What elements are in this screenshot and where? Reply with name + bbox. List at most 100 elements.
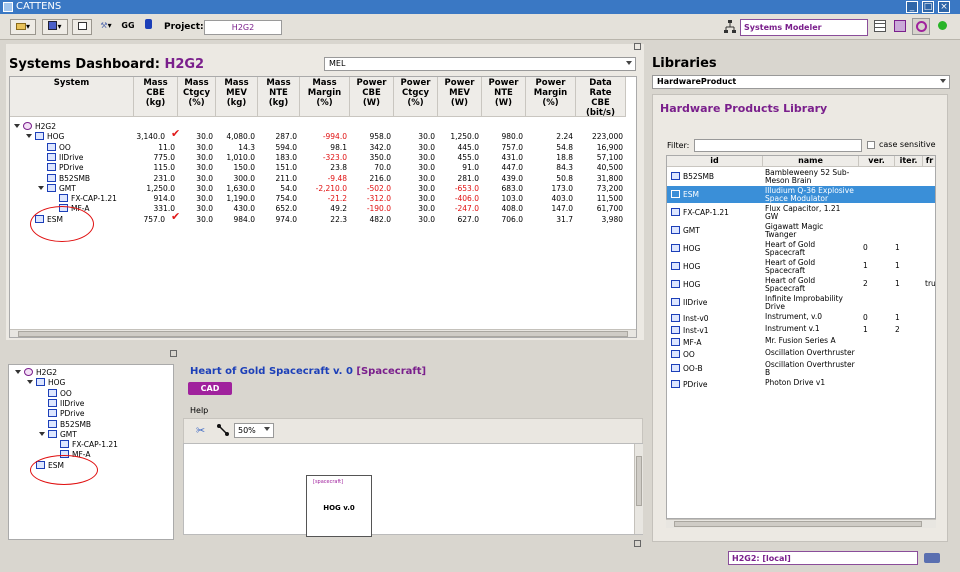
library-horizontal-scrollbar[interactable]: [666, 519, 936, 528]
chevron-down-icon[interactable]: [26, 134, 32, 139]
scissors-icon[interactable]: ✂: [196, 424, 205, 437]
library-column-header[interactable]: ver.: [859, 156, 895, 167]
scrollbar-thumb[interactable]: [636, 456, 642, 506]
tree-node[interactable]: PDrive: [39, 409, 85, 418]
table-row[interactable]: IIDrive 775.0 30.0 1,010.0 183.0 -323.0 350.0 3…: [10, 152, 636, 163]
horizontal-scrollbar[interactable]: [10, 329, 636, 337]
chevron-down-icon[interactable]: [39, 431, 45, 436]
systems-icon-button[interactable]: [912, 18, 930, 35]
column-header[interactable]: Mass MEV (kg): [216, 77, 258, 117]
table-row[interactable]: HOG ✔ 3,140.0 30.0 4,080.0 287.0 -994.0 958.0 30…: [10, 128, 636, 142]
library-row[interactable]: GMT Gigawatt Magic Twanger: [667, 222, 935, 239]
system-tree[interactable]: H2G2 HOG OO IIDrive PDrive B52SMB GMT FX-CAP-1.…: [8, 364, 174, 540]
diagram-block[interactable]: [spacecraft] HOG v.0: [306, 475, 372, 537]
library-cell-id: FX-CAP-1.21: [671, 208, 729, 217]
grid-icon[interactable]: [874, 20, 886, 32]
library-cell-id: IIDrive: [671, 298, 707, 307]
project-selector[interactable]: H2G2: [204, 20, 282, 35]
library-column-header[interactable]: id: [667, 156, 763, 167]
tree-node[interactable]: H2G2: [15, 368, 57, 377]
library-row[interactable]: IIDrive Infinite Improbability Drive: [667, 294, 935, 311]
library-table[interactable]: id name ver. iter. fr B52SMB Bambleweeny 52 S…: [666, 155, 936, 519]
zoom-dropdown[interactable]: 50%: [234, 423, 274, 438]
column-header[interactable]: Mass Ctgcy (%): [178, 77, 216, 117]
library-row[interactable]: PDrive Photon Drive v1: [667, 378, 935, 389]
diagram-canvas[interactable]: [spacecraft] HOG v.0: [183, 443, 643, 537]
cube-icon: [671, 364, 680, 372]
database-button[interactable]: [142, 19, 154, 35]
library-row[interactable]: OO Oscillation Overthruster: [667, 348, 935, 359]
case-sensitive-checkbox[interactable]: [867, 141, 875, 149]
maximize-button[interactable]: □: [922, 1, 934, 13]
library-row[interactable]: ESM Illudium Q-36 Explosive Space Modulato…: [667, 186, 935, 203]
zoom-value: 50%: [238, 426, 256, 435]
table-row[interactable]: FX-CAP-1.21 914.0 30.0 1,190.0 754.0 -21.2 -31…: [10, 194, 636, 204]
column-header[interactable]: System: [10, 77, 134, 117]
open-folder-button[interactable]: ▾: [10, 19, 36, 35]
table-row[interactable]: ESM ✔ 757.0 30.0 984.0 974.0 22.3 482.0 30.0 627.…: [10, 211, 636, 225]
library-row[interactable]: Inst-v1 Instrument v.1 1 2: [667, 324, 935, 335]
undock-tree-icon[interactable]: [170, 350, 177, 357]
library-column-header[interactable]: iter.: [895, 156, 923, 167]
library-row[interactable]: Inst-v0 Instrument, v.0 0 1: [667, 312, 935, 323]
table-row[interactable]: PDrive 115.0 30.0 150.0 151.0 23.8 70.0 30.0 91.…: [10, 163, 636, 173]
filter-input[interactable]: [694, 139, 862, 152]
column-header[interactable]: Power Ctgcy (%): [394, 77, 438, 117]
library-type-dropdown[interactable]: HardwareProduct: [652, 75, 950, 89]
library-row[interactable]: OO-B Oscillation Overthruster B: [667, 360, 935, 377]
chart-icon[interactable]: [894, 20, 906, 32]
tree-node[interactable]: IIDrive: [39, 398, 84, 408]
tree-node[interactable]: GMT: [39, 429, 77, 439]
scrollbar-thumb[interactable]: [18, 331, 628, 337]
table-row[interactable]: GMT 1,250.0 30.0 1,630.0 54.0 -2,210.0 -502.0 3…: [10, 183, 636, 194]
column-header[interactable]: Power Margin (%): [526, 77, 576, 117]
library-row[interactable]: HOG Heart of Gold Spacecraft 1 1: [667, 258, 935, 275]
column-header[interactable]: Mass NTE (kg): [258, 77, 300, 117]
save-button[interactable]: ▾: [42, 19, 68, 35]
library-column-header[interactable]: fr: [923, 156, 935, 167]
column-header[interactable]: Data Rate CBE (bit/s): [576, 77, 626, 118]
library-row[interactable]: MF-A Mr. Fusion Series A: [667, 336, 935, 347]
undock-dashboard-icon[interactable]: [634, 43, 641, 50]
table-row[interactable]: MF-A 331.0 30.0 430.0 652.0 49.2 -190.0 30.0 -24…: [10, 204, 636, 214]
tree-node[interactable]: OO: [39, 388, 72, 398]
tree-node[interactable]: FX-CAP-1.21: [51, 440, 118, 449]
windows-button[interactable]: [72, 19, 92, 35]
close-button[interactable]: ×: [938, 1, 950, 13]
undock-detail-icon[interactable]: [634, 540, 641, 547]
column-header[interactable]: Power NTE (W): [482, 77, 526, 117]
chevron-down-icon[interactable]: [27, 380, 33, 385]
project-icon: [24, 368, 33, 376]
tree-node[interactable]: HOG: [27, 378, 65, 387]
dashboard-table[interactable]: System Mass CBE (kg) Mass Ctgcy (%) Mass MEV (kg)…: [9, 76, 637, 338]
tree-node[interactable]: B52SMB: [39, 419, 91, 429]
chevron-down-icon[interactable]: [15, 370, 21, 374]
help-menu[interactable]: Help: [190, 406, 208, 415]
scrollbar-thumb[interactable]: [674, 521, 922, 527]
table-row[interactable]: B52SMB 231.0 30.0 300.0 211.0 -9.48 216.0 30.0 2…: [10, 173, 636, 184]
library-row[interactable]: FX-CAP-1.21 Flux Capacitor, 1.21 GW: [667, 204, 935, 221]
hierarchy-icon[interactable]: [724, 20, 736, 34]
minimize-button[interactable]: _: [906, 1, 918, 13]
library-row[interactable]: HOG Heart of Gold Spacecraft 0 1: [667, 240, 935, 257]
dashboard-mode-dropdown[interactable]: MEL: [324, 57, 636, 71]
library-row[interactable]: B52SMB Bambleweeny 52 Sub- Meson Brain: [667, 168, 935, 185]
mode-selector[interactable]: Systems Modeler: [740, 19, 868, 36]
library-row[interactable]: HOG Heart of Gold Spacecraft 2 1 tru: [667, 276, 935, 293]
column-header[interactable]: Power MEV (W): [438, 77, 482, 117]
gg-button[interactable]: GG: [120, 19, 136, 35]
table-row[interactable]: OO 11.0 30.0 14.3 594.0 98.1 342.0 30.0 445.0 757…: [10, 142, 636, 153]
cad-button[interactable]: CAD: [188, 382, 232, 395]
vertical-scrollbar[interactable]: [634, 444, 643, 534]
connector-icon[interactable]: [216, 423, 230, 439]
library-column-header[interactable]: name: [763, 156, 859, 167]
column-header[interactable]: Mass CBE (kg): [134, 77, 178, 117]
chevron-down-icon[interactable]: [14, 124, 20, 128]
table-row[interactable]: H2G2: [10, 122, 636, 132]
column-header[interactable]: Mass Margin (%): [300, 77, 350, 117]
table-cell: 281.0: [457, 173, 479, 183]
sync-icon[interactable]: [924, 553, 940, 563]
tools-button[interactable]: ⚒▾: [96, 19, 116, 35]
chevron-down-icon[interactable]: [38, 185, 44, 190]
column-header[interactable]: Power CBE (W): [350, 77, 394, 117]
